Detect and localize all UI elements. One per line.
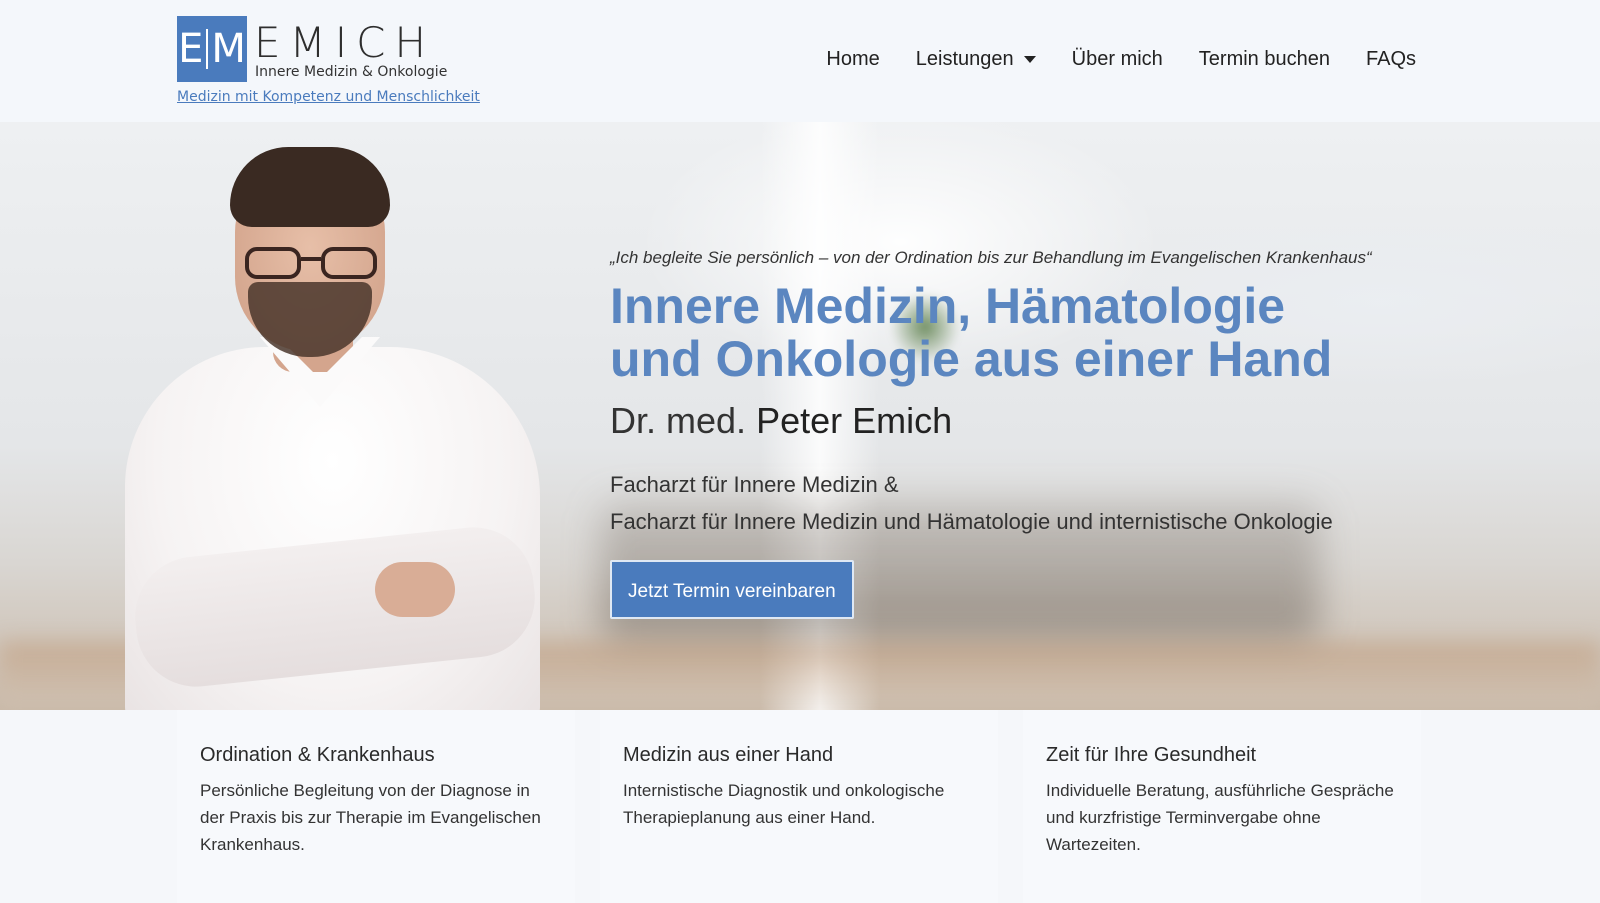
doctor-title: Dr. med.	[610, 400, 747, 441]
portrait-hand	[375, 562, 455, 617]
book-appointment-button[interactable]: Jetzt Termin vereinbaren	[610, 560, 854, 619]
portrait-hair	[230, 147, 390, 227]
logo-mark: EM	[177, 16, 247, 82]
logo-name: EMICH	[254, 18, 436, 67]
doctor-name: Dr. med. Peter Emich	[610, 400, 1430, 442]
card-title: Ordination & Krankenhaus	[200, 744, 435, 766]
nav-item-label: Leistungen	[915, 48, 1014, 70]
portrait-glasses	[245, 247, 377, 279]
nav-item-label: Termin buchen	[1198, 48, 1330, 70]
logo-tagline[interactable]: Medizin mit Kompetenz und Menschlichkeit	[177, 89, 480, 105]
hero-headline: Innere Medizin, Hämatologie und Onkologi…	[610, 280, 1430, 386]
doctor-specialty: Facharzt für Innere Medizin & Facharzt f…	[610, 466, 1430, 540]
card-text: Persönliche Begleitung von der Diagnose …	[200, 781, 541, 854]
hero-section: „Ich begleite Sie persönlich – von der O…	[0, 122, 1600, 710]
hero-headline-line1: Innere Medizin, Hämatologie	[610, 278, 1286, 334]
nav-item-termin-buchen[interactable]: Termin buchen	[1199, 48, 1330, 71]
nav-item-ueber-mich[interactable]: Über mich	[1072, 48, 1163, 71]
nav-item-leistungen[interactable]: Leistungen	[916, 48, 1036, 71]
specialty-line-2: Facharzt für Innere Medizin und Hämatolo…	[610, 509, 1333, 534]
nav-item-label: Über mich	[1071, 48, 1163, 70]
feature-card: Ordination & Krankenhaus Persönliche Beg…	[177, 710, 575, 903]
feature-cards: Ordination & Krankenhaus Persönliche Beg…	[177, 710, 1421, 903]
card-text: Individuelle Beratung, ausführliche Gesp…	[1046, 781, 1394, 854]
card-title: Medizin aus einer Hand	[623, 744, 834, 766]
nav-item-faqs[interactable]: FAQs	[1366, 48, 1416, 71]
chevron-down-icon	[1023, 56, 1036, 63]
hero-text: „Ich begleite Sie persönlich – von der O…	[610, 248, 1430, 619]
card-text: Internistische Diagnostik und onkologisc…	[623, 781, 945, 827]
card-title: Zeit für Ihre Gesundheit	[1046, 744, 1257, 766]
specialty-line-1: Facharzt für Innere Medizin &	[610, 472, 899, 497]
nav-item-label: Home	[826, 48, 880, 70]
logo[interactable]: EM EMICH Innere Medizin & Onkologie Medi…	[177, 16, 480, 108]
main-nav: Home Leistungen Über mich Termin buchen …	[826, 48, 1416, 71]
hero-headline-line2: und Onkologie aus einer Hand	[610, 331, 1333, 387]
nav-item-label: FAQs	[1365, 48, 1416, 70]
doctor-portrait	[110, 142, 550, 710]
feature-card: Zeit für Ihre Gesundheit Individuelle Be…	[1023, 710, 1421, 903]
nav-item-home[interactable]: Home	[826, 48, 879, 71]
doctor-fullname: Peter Emich	[756, 400, 953, 441]
hero-quote: „Ich begleite Sie persönlich – von der O…	[610, 248, 1372, 267]
feature-card: Medizin aus einer Hand Internistische Di…	[600, 710, 998, 903]
site-header: EM EMICH Innere Medizin & Onkologie Medi…	[0, 0, 1600, 122]
logo-subtitle: Innere Medizin & Onkologie	[255, 64, 448, 80]
